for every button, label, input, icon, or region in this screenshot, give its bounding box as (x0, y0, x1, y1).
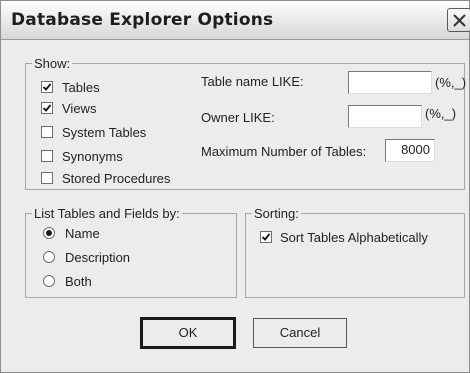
both-radio-label: Both (65, 274, 92, 289)
max-tables-input[interactable]: 8000 (385, 139, 435, 162)
show-group-label: Show: (32, 56, 73, 71)
table-name-like-input[interactable] (348, 71, 432, 94)
sorting-group (245, 213, 465, 298)
window-title: Database Explorer Options (11, 10, 274, 30)
system-tables-label: System Tables (62, 125, 147, 140)
tables-label: Tables (62, 80, 100, 95)
table-name-like-label: Table name LIKE: (201, 74, 304, 89)
system-tables-checkbox[interactable] (41, 126, 53, 138)
views-checkbox[interactable] (41, 102, 53, 114)
views-label: Views (62, 101, 97, 116)
check-icon (42, 83, 52, 91)
close-button[interactable] (447, 8, 470, 32)
radio-selected-dot (46, 230, 52, 236)
list-by-group-label: List Tables and Fields by: (32, 206, 182, 221)
owner-wildcard-hint: (%,_) (425, 106, 457, 121)
synonyms-checkbox[interactable] (41, 150, 53, 162)
synonyms-label: Synonyms (62, 149, 123, 164)
cancel-button[interactable]: Cancel (253, 318, 347, 348)
description-radio[interactable] (43, 251, 55, 263)
sorting-group-label: Sorting: (252, 206, 301, 221)
check-icon (261, 233, 271, 241)
stored-procedures-checkbox[interactable] (41, 172, 53, 184)
name-radio-label: Name (65, 226, 100, 241)
title-bar: Database Explorer Options (1, 1, 470, 40)
owner-like-input[interactable] (348, 105, 422, 128)
max-tables-label: Maximum Number of Tables: (201, 144, 367, 159)
name-radio[interactable] (43, 227, 55, 239)
stored-procedures-label: Stored Procedures (62, 171, 171, 186)
tables-checkbox[interactable] (41, 81, 53, 93)
both-radio[interactable] (43, 275, 55, 287)
owner-like-label: Owner LIKE: (201, 110, 275, 125)
dialog-window: Database Explorer Options Show: Tables V… (0, 0, 470, 373)
table-name-wildcard-hint: (%,_) (435, 75, 467, 90)
list-by-group (25, 213, 237, 298)
sort-alphabetically-checkbox[interactable] (260, 231, 272, 243)
sort-alphabetically-label: Sort Tables Alphabetically (280, 230, 428, 245)
check-icon (42, 104, 52, 112)
description-radio-label: Description (65, 250, 131, 265)
close-icon (453, 14, 466, 27)
ok-button[interactable]: OK (140, 317, 236, 349)
